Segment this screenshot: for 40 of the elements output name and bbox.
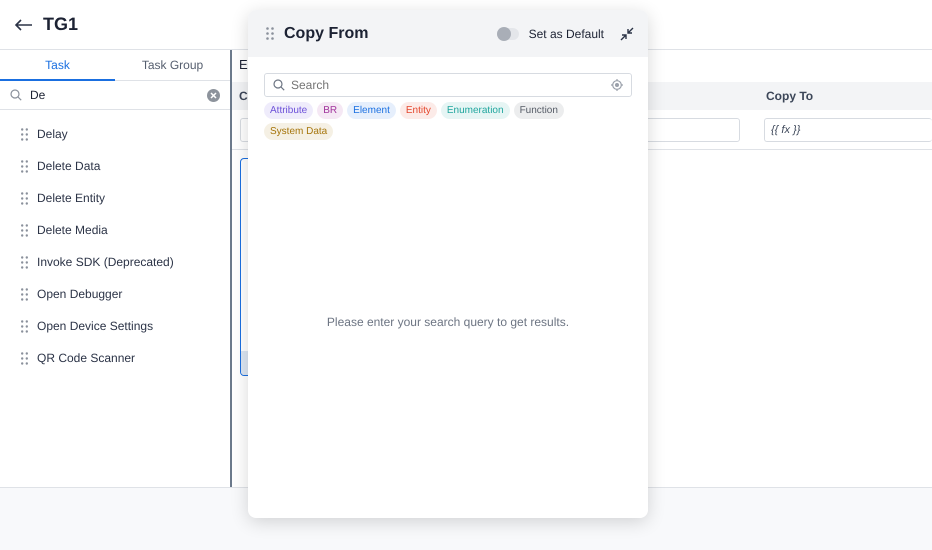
column-header: Copy To xyxy=(766,88,814,105)
task-item[interactable]: Delete Data xyxy=(37,157,100,175)
back-arrow-icon[interactable] xyxy=(14,18,33,30)
task-item[interactable]: Delete Entity xyxy=(37,189,106,207)
collapse-icon[interactable] xyxy=(620,26,634,40)
search-icon xyxy=(10,89,22,101)
drag-handle-icon[interactable] xyxy=(266,27,274,40)
toggle-label: Set as Default xyxy=(528,26,604,42)
task-item[interactable]: QR Code Scanner xyxy=(37,349,136,367)
task-search-field[interactable]: De xyxy=(0,81,230,109)
target-icon[interactable] xyxy=(611,79,623,91)
drag-handle-icon[interactable] xyxy=(21,224,28,236)
page-title: TG1 xyxy=(43,13,78,36)
task-item[interactable]: Delete Media xyxy=(37,221,108,239)
column-header: C xyxy=(239,88,249,105)
filter-chip[interactable]: System Data xyxy=(264,123,334,140)
task-item[interactable]: Delay xyxy=(37,125,68,143)
task-item[interactable]: Open Debugger xyxy=(37,285,122,303)
section-tab[interactable]: E xyxy=(238,50,248,80)
filter-chip[interactable]: Function xyxy=(514,102,564,119)
filter-chip[interactable]: Element xyxy=(347,102,396,119)
drag-handle-icon[interactable] xyxy=(21,320,28,332)
clear-icon[interactable] xyxy=(207,89,220,102)
task-item[interactable]: Invoke SDK (Deprecated) xyxy=(37,253,174,271)
drag-handle-icon[interactable] xyxy=(21,160,28,172)
search-icon xyxy=(273,79,285,91)
copy-to-field[interactable]: {{ fx }} xyxy=(764,118,932,142)
drag-handle-icon[interactable] xyxy=(21,256,28,268)
dialog-title: Copy From xyxy=(284,24,368,44)
drag-handle-icon[interactable] xyxy=(21,352,28,364)
drag-handle-icon[interactable] xyxy=(21,192,28,204)
empty-message: Please enter your search query to get results. xyxy=(326,314,570,331)
drag-handle-icon[interactable] xyxy=(21,288,28,300)
filter-chip[interactable]: Attribute xyxy=(264,102,314,119)
default-toggle[interactable] xyxy=(498,28,519,40)
drag-handle-icon[interactable] xyxy=(21,128,28,140)
search-field[interactable]: Search xyxy=(264,73,632,97)
task-item[interactable]: Open Device Settings xyxy=(37,317,154,335)
tab[interactable]: Task xyxy=(0,50,115,81)
filter-chip[interactable]: BR xyxy=(317,102,344,119)
